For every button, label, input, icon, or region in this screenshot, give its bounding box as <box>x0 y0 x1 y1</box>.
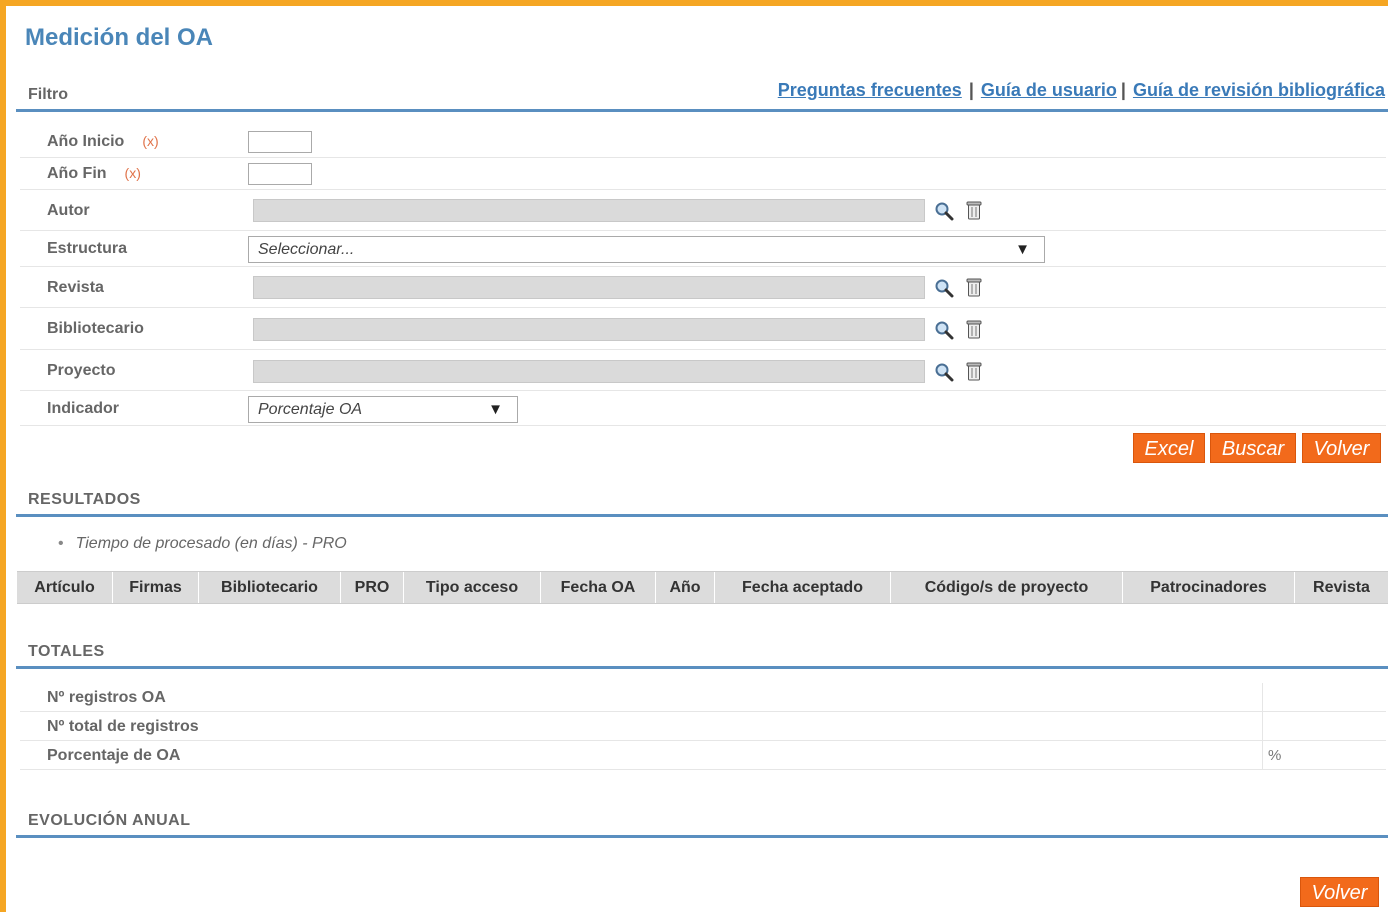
column-header[interactable]: Bibliotecario <box>199 572 341 603</box>
row-divider <box>20 390 1386 391</box>
proyecto-label: Proyecto <box>47 362 116 379</box>
proyecto-search-icon[interactable] <box>934 362 954 382</box>
column-header[interactable]: Fecha OA <box>541 572 656 603</box>
revista-trash-icon[interactable] <box>965 277 983 297</box>
bibliotecario-search-icon[interactable] <box>934 320 954 340</box>
totals-divider <box>16 666 1388 669</box>
column-header[interactable]: Fecha aceptado <box>715 572 891 603</box>
estructura-label: Estructura <box>47 240 128 257</box>
chevron-down-icon: ▼ <box>488 401 503 418</box>
volver-bottom-button[interactable]: Volver <box>1300 877 1379 907</box>
row-divider <box>20 307 1386 308</box>
bibliotecario-trash-icon[interactable] <box>965 319 983 339</box>
filter-section-label: Filtro <box>28 86 68 103</box>
autor-input[interactable] <box>253 199 925 222</box>
link-separator: | <box>968 80 974 100</box>
bibliotecario-label: Bibliotecario <box>47 320 144 337</box>
row-divider <box>20 266 1386 267</box>
filter-divider <box>16 109 1388 112</box>
column-header[interactable]: Patrocinadores <box>1123 572 1295 603</box>
registros-oa-label: Nº registros OA <box>47 689 166 706</box>
help-links: Preguntas frecuentes | Guía de usuario | Guí… <box>778 80 1385 101</box>
row-divider <box>20 769 1386 770</box>
autor-trash-icon[interactable] <box>965 200 983 220</box>
results-section-label: RESULTADOS <box>28 491 141 508</box>
row-divider <box>20 230 1386 231</box>
autor-search-icon[interactable] <box>934 201 954 221</box>
anio-inicio-label: Año Inicio (x) <box>47 133 159 150</box>
required-mark: (x) <box>142 133 159 149</box>
evolution-section-label: EVOLUCIÓN ANUAL <box>28 812 191 829</box>
anio-inicio-input[interactable] <box>248 131 312 153</box>
volver-button[interactable]: Volver <box>1302 433 1381 463</box>
row-divider <box>20 349 1386 350</box>
bibliotecario-input[interactable] <box>253 318 925 341</box>
indicador-select[interactable]: Porcentaje OA ▼ <box>248 396 518 423</box>
row-divider <box>20 189 1386 190</box>
legend-item: • Tiempo de procesado (en días) - PRO <box>58 535 347 552</box>
column-header[interactable]: Tipo acceso <box>404 572 541 603</box>
total-registros-label: Nº total de registros <box>47 718 199 735</box>
required-mark: (x) <box>124 165 141 181</box>
revista-search-icon[interactable] <box>934 278 954 298</box>
row-divider <box>20 425 1386 426</box>
chevron-down-icon: ▼ <box>1015 241 1030 258</box>
column-header[interactable]: Año <box>656 572 715 603</box>
porcentaje-label: Porcentaje de OA <box>47 747 181 764</box>
column-header[interactable]: PRO <box>341 572 404 603</box>
excel-button[interactable]: Excel <box>1133 433 1205 463</box>
column-header[interactable]: Firmas <box>113 572 199 603</box>
page-title: Medición del OA <box>25 24 214 51</box>
proyecto-input[interactable] <box>253 360 925 383</box>
buscar-button[interactable]: Buscar <box>1210 433 1296 463</box>
row-divider <box>20 740 1386 741</box>
row-divider <box>20 157 1386 158</box>
bibliographic-guide-link[interactable]: Guía de revisión bibliográfica <box>1133 80 1385 100</box>
link-separator: | <box>1120 80 1126 100</box>
row-divider <box>20 711 1386 712</box>
autor-label: Autor <box>47 202 90 219</box>
bullet-icon: • <box>58 535 64 552</box>
totals-value-column <box>1262 683 1387 769</box>
totals-section-label: TOTALES <box>28 643 105 660</box>
results-divider <box>16 514 1388 517</box>
faq-link[interactable]: Preguntas frecuentes <box>778 80 962 100</box>
column-header[interactable]: Código/s de proyecto <box>891 572 1123 603</box>
column-header[interactable]: Artículo <box>17 572 113 603</box>
anio-fin-label: Año Fin (x) <box>47 165 141 182</box>
proyecto-trash-icon[interactable] <box>965 361 983 381</box>
anio-fin-input[interactable] <box>248 163 312 185</box>
revista-label: Revista <box>47 279 104 296</box>
column-header[interactable]: Revista <box>1295 572 1388 603</box>
estructura-select[interactable]: Seleccionar... ▼ <box>248 236 1045 263</box>
results-table-header: Artículo Firmas Bibliotecario PRO Tipo a… <box>17 571 1388 604</box>
indicador-label: Indicador <box>47 400 120 417</box>
user-guide-link[interactable]: Guía de usuario <box>981 80 1117 100</box>
evolution-divider <box>16 835 1388 838</box>
revista-input[interactable] <box>253 276 925 299</box>
